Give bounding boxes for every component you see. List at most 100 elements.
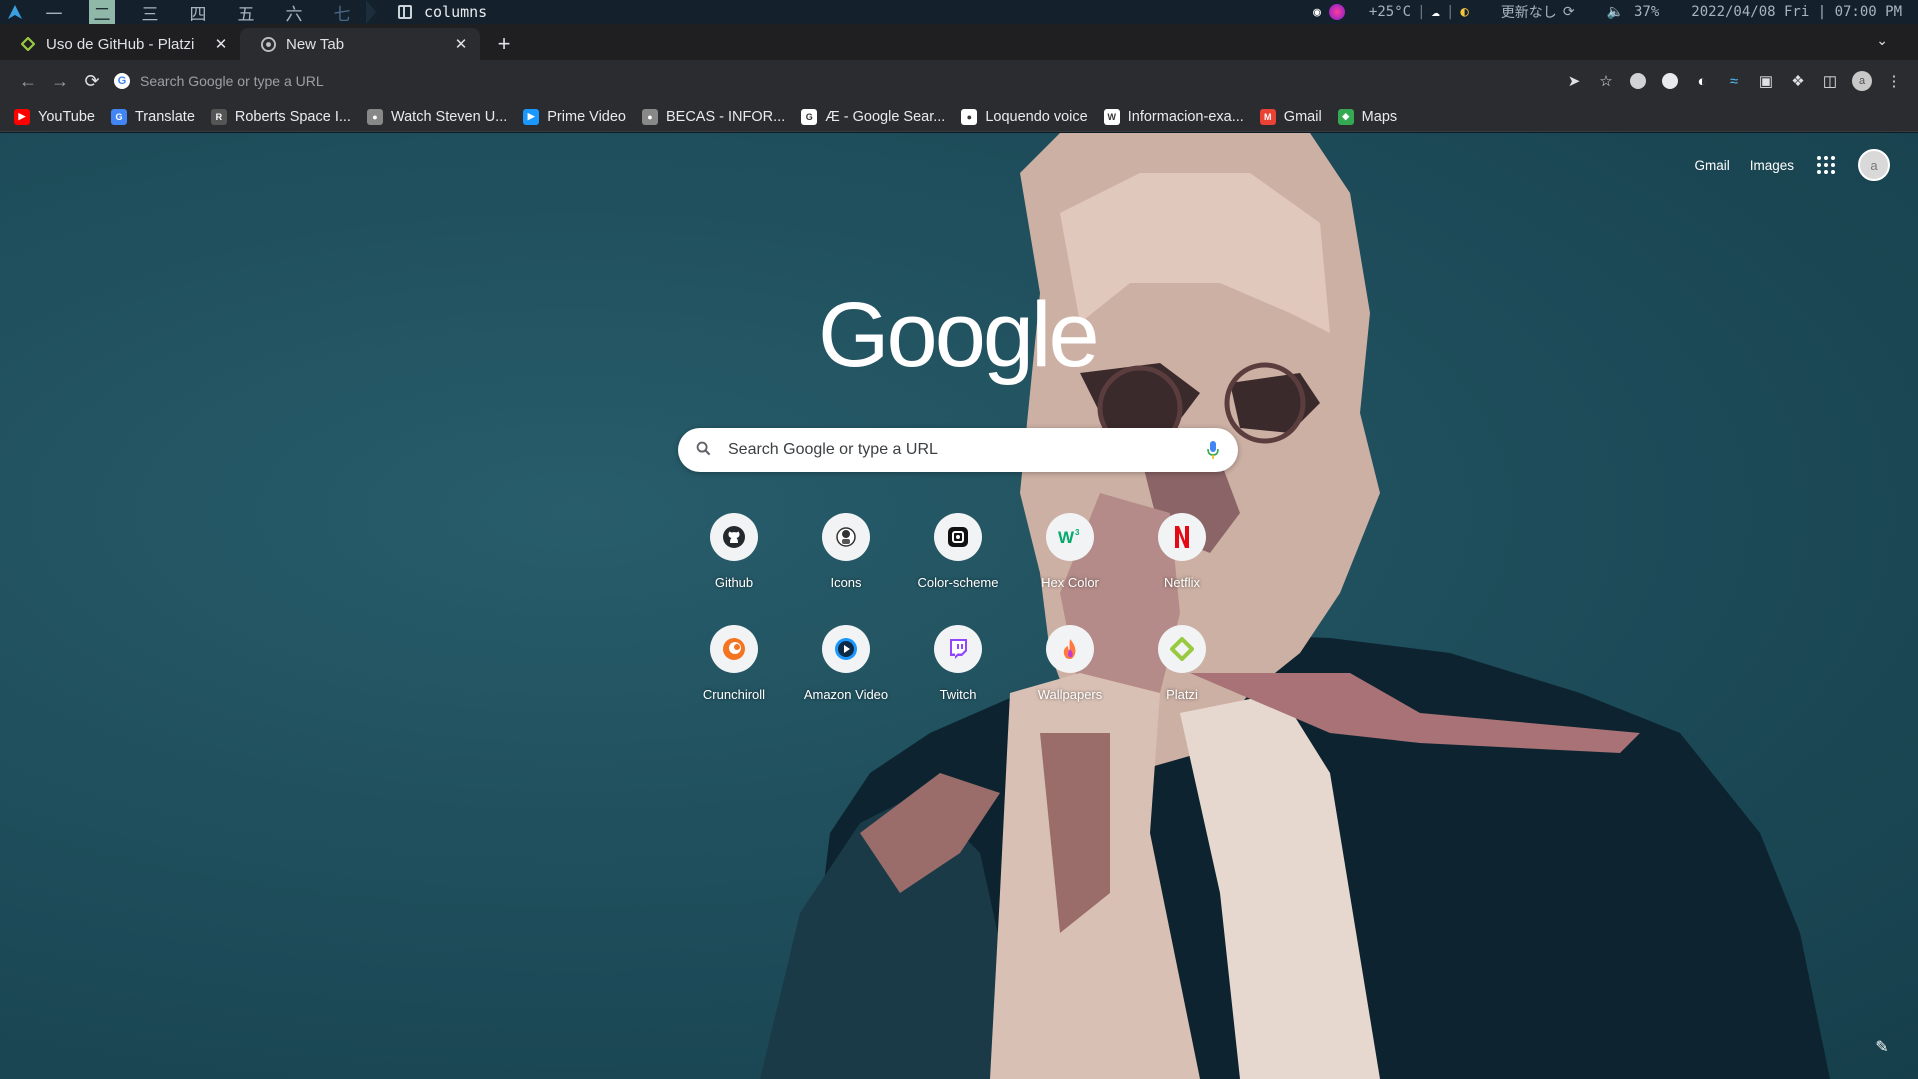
- back-button[interactable]: ←: [12, 65, 44, 97]
- shortcut-tile[interactable]: Icons: [790, 503, 902, 599]
- reload-button[interactable]: ⟳: [76, 65, 108, 97]
- update-widget[interactable]: 更新なし ⟳: [1485, 0, 1591, 24]
- close-tab-icon[interactable]: ✕: [212, 35, 230, 53]
- bookmark-item[interactable]: ● Watch Steven U...: [366, 108, 508, 125]
- amazon-video-icon: [822, 625, 870, 673]
- omnibox[interactable]: G Search Google or type a URL: [114, 65, 1558, 97]
- images-link[interactable]: Images: [1750, 158, 1794, 173]
- workspace-5[interactable]: 五: [222, 0, 270, 25]
- close-tab-icon[interactable]: ✕: [452, 35, 470, 53]
- tab-title: New Tab: [286, 35, 345, 53]
- tab-new-tab[interactable]: New Tab ✕: [240, 28, 480, 60]
- workspace-3[interactable]: 三: [126, 0, 174, 25]
- ntp-header-links: Gmail Images a: [1694, 149, 1890, 181]
- gmail-icon: M: [1259, 108, 1276, 125]
- shortcut-tile[interactable]: W 3 Hex Color: [1014, 503, 1126, 599]
- workspace-7[interactable]: 七: [318, 0, 366, 25]
- bookmark-item[interactable]: ● Loquendo voice: [961, 108, 1088, 125]
- extension-wave-icon[interactable]: ≈: [1718, 65, 1750, 97]
- gmail-link[interactable]: Gmail: [1694, 158, 1729, 173]
- shortcut-tile[interactable]: Wallpapers: [1014, 615, 1126, 711]
- youtube-icon: ▶: [14, 108, 30, 125]
- extension-window-icon[interactable]: ▣: [1750, 65, 1782, 97]
- shortcuts-grid: Github Icons Color-scheme W 3 Hex Color Netfli…: [678, 503, 1238, 711]
- bookmark-item[interactable]: G Æ - Google Sear...: [801, 108, 945, 125]
- chat-icon: ●: [961, 108, 978, 125]
- shortcut-label: Wallpapers: [1037, 687, 1103, 702]
- extension-eye-icon[interactable]: [1654, 65, 1686, 97]
- bookmark-item[interactable]: ◆ Maps: [1337, 108, 1397, 125]
- tab-strip: Uso de GitHub - Platzi ✕ New Tab ✕ + ⌄: [0, 24, 1918, 60]
- shortcut-tile[interactable]: Github: [678, 503, 790, 599]
- globe-icon: ●: [366, 108, 383, 125]
- new-tab-page: Gmail Images a Google Github Icons Color-s…: [0, 133, 1918, 1079]
- shortcut-tile[interactable]: Platzi: [1126, 615, 1238, 711]
- twitch-icon: [934, 625, 982, 673]
- shortcut-tile[interactable]: Color-scheme: [902, 503, 1014, 599]
- side-panel-icon[interactable]: ◫: [1814, 65, 1846, 97]
- cloud-icon: ☁: [1431, 4, 1440, 20]
- platzi-icon: [20, 36, 36, 52]
- forward-button[interactable]: →: [44, 65, 76, 97]
- bookmark-item[interactable]: G Translate: [110, 108, 195, 125]
- discord-icon[interactable]: ◉: [1313, 5, 1321, 20]
- workspace-4[interactable]: 四: [174, 0, 222, 25]
- shortcut-label: Platzi: [1166, 687, 1198, 702]
- shortcut-label: Crunchiroll: [702, 687, 766, 702]
- bookmark-star-icon[interactable]: ☆: [1590, 65, 1622, 97]
- bookmark-label: Roberts Space I...: [234, 108, 351, 125]
- bookmark-item[interactable]: R Roberts Space I...: [210, 108, 351, 125]
- refresh-icon: ⟳: [1562, 4, 1575, 20]
- google-apps-icon[interactable]: [1814, 153, 1838, 177]
- customize-pencil-icon[interactable]: ✎: [1868, 1033, 1896, 1061]
- layout-indicator[interactable]: columns: [398, 3, 487, 21]
- send-tab-icon[interactable]: ➤: [1558, 65, 1590, 97]
- volume-widget[interactable]: 🔈 37%: [1591, 0, 1676, 24]
- search-icon: [696, 441, 716, 460]
- moon-icon: ◐: [1460, 4, 1469, 20]
- bookmark-item[interactable]: ▶ YouTube: [14, 108, 95, 125]
- shortcut-label: Netflix: [1163, 575, 1201, 590]
- tab-title: Uso de GitHub - Platzi: [46, 35, 195, 53]
- google-icon: G: [801, 108, 818, 125]
- svg-text:W: W: [1058, 528, 1075, 547]
- firefox-icon[interactable]: [1328, 4, 1345, 20]
- shortcut-tile[interactable]: Netflix: [1126, 503, 1238, 599]
- workspace-6[interactable]: 六: [270, 0, 318, 25]
- bookmark-label: YouTube: [38, 108, 95, 125]
- shortcut-tile[interactable]: Amazon Video: [790, 615, 902, 711]
- avatar[interactable]: a: [1858, 149, 1890, 181]
- shortcut-label: Icons: [830, 575, 862, 590]
- workspace-2[interactable]: 二: [89, 0, 115, 25]
- speaker-muted-icon: 🔈: [1606, 4, 1624, 20]
- layout-label: columns: [424, 3, 488, 21]
- microphone-icon[interactable]: [1204, 439, 1222, 461]
- menu-kebab-icon[interactable]: ⋮: [1878, 65, 1910, 97]
- github-icon: [710, 513, 758, 561]
- bookmark-item[interactable]: M Gmail: [1259, 108, 1322, 125]
- weather-widget: +25°C | ☁ | ◐: [1353, 0, 1485, 24]
- shortcut-tile[interactable]: Crunchiroll: [678, 615, 790, 711]
- volume-text: 37%: [1633, 4, 1660, 20]
- update-status-text: 更新なし: [1500, 5, 1557, 21]
- profile-button[interactable]: a: [1846, 65, 1878, 97]
- extension-glasses-icon[interactable]: ◐: [1686, 65, 1718, 97]
- crunchyroll-icon: [710, 625, 758, 673]
- bookmark-item[interactable]: ● BECAS - INFOR...: [641, 108, 786, 125]
- tab-search-chevron-icon[interactable]: ⌄: [1876, 32, 1888, 49]
- tab-platzi[interactable]: Uso de GitHub - Platzi ✕: [0, 28, 240, 60]
- bookmark-label: Watch Steven U...: [390, 108, 508, 125]
- bookmark-item[interactable]: ▶ Prime Video: [523, 108, 626, 125]
- workspace-1[interactable]: 一: [30, 0, 78, 25]
- bookmark-item[interactable]: W Informacion-exa...: [1103, 108, 1244, 125]
- clock-widget: 2022/04/08 Fri | 07:00 PM: [1675, 0, 1918, 24]
- arch-logo-icon[interactable]: [0, 0, 30, 24]
- extensions-puzzle-icon[interactable]: ❖: [1782, 65, 1814, 97]
- extension-compass-icon[interactable]: [1622, 65, 1654, 97]
- bookmark-label: BECAS - INFOR...: [665, 108, 786, 125]
- new-tab-button[interactable]: +: [486, 28, 522, 60]
- browser-toolbar: ← → ⟳ G Search Google or type a URL ➤ ☆ …: [0, 60, 1918, 102]
- search-input[interactable]: [728, 441, 1204, 459]
- shortcut-tile[interactable]: Twitch: [902, 615, 1014, 711]
- shortcut-label: Amazon Video: [803, 687, 889, 702]
